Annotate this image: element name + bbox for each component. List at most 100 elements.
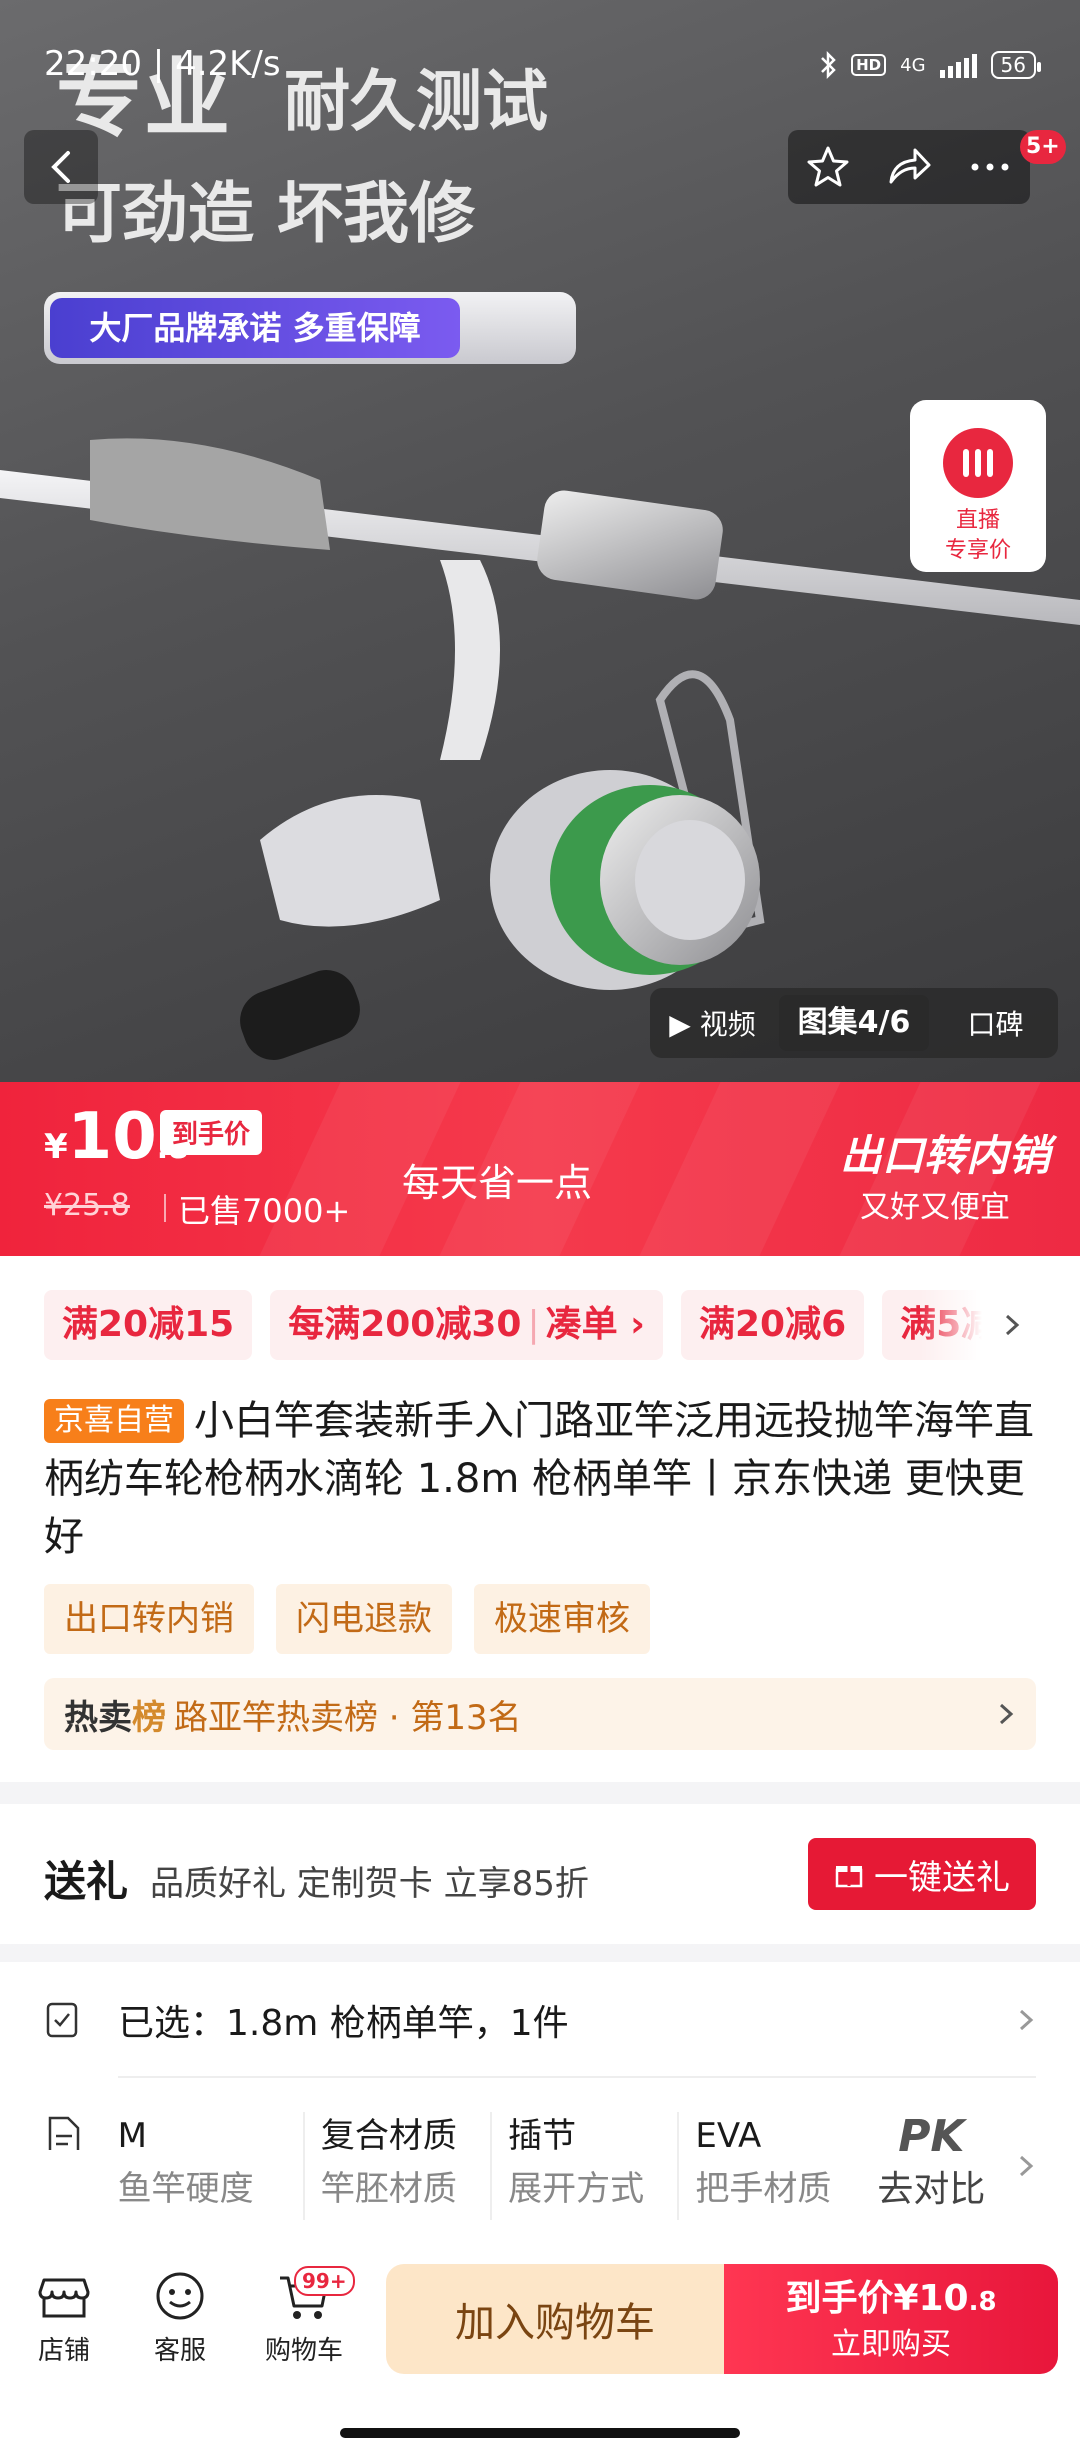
sold-count: 已售7000+ (178, 1192, 351, 1230)
spec-icon (46, 2002, 78, 2038)
status-time: 22:20 | 4.2K/s (44, 44, 281, 84)
tab-gallery[interactable]: 图集4/6 (779, 995, 929, 1051)
compare-pk-label: PK (898, 2111, 965, 2162)
chevron-right-icon (1020, 2155, 1034, 2177)
buy-price-label: 到手价¥10 (785, 2278, 969, 2319)
media-tabs: ▶ 视频 图集4/6 口碑 (650, 988, 1058, 1058)
attribute-value: EVA (695, 2116, 762, 2156)
shop-icon (38, 2278, 90, 2318)
network-label: 4G (900, 54, 926, 76)
status-clock: 22:20 (44, 44, 142, 84)
attribute-row[interactable]: M 鱼竿硬度 复合材质竿胚材质 插节展开方式 EVA 把手材质 PK 去对比 (44, 2106, 1036, 2226)
attribute-item: 插节 展开方式 (492, 2112, 680, 2220)
more-icon[interactable] (967, 144, 1013, 190)
attribute-value: M (117, 2116, 148, 2156)
buy-now-label: 立即购买 (831, 2327, 951, 2362)
original-price: ¥25.8 (44, 1188, 130, 1223)
attribute-item: EVA 把手材质 (679, 2112, 866, 2220)
coupon-item[interactable]: 满20减6 (680, 1290, 865, 1360)
cart-label: 购物车 (264, 2336, 343, 2366)
live-stream-button[interactable]: 直播 专享价 (910, 400, 1046, 572)
price-banner: ¥10.8 到手价 ¥25.8 已售7000+ 每天省一点 出口转内销 又好又便… (0, 1082, 1080, 1256)
selected-spec-text: 已选：1.8m 枪柄单竿，1件 (118, 2003, 569, 2044)
promo-headline-rest: 耐久测试 (284, 63, 548, 140)
signal-icon (939, 52, 977, 78)
chevron-right-icon (1005, 1314, 1020, 1336)
attribute-item: M 鱼竿硬度 (118, 2112, 305, 2220)
product-image-gallery[interactable]: 专业 耐久测试 可劲造 坏我修 大厂品牌承诺 多重保障 22:20 | 4.2K… (0, 0, 1080, 1082)
battery-icon: 56 (990, 51, 1042, 79)
shop-label: 店铺 (37, 2336, 90, 2366)
rank-label: 热卖榜 (64, 1690, 166, 1739)
back-button[interactable] (24, 130, 98, 204)
battery-level: 56 (1000, 53, 1026, 77)
service-tag: 闪电退款 (276, 1584, 452, 1654)
service-tags: 出口转内销 闪电退款 极速审核 (44, 1584, 650, 1654)
home-indicator[interactable] (340, 2428, 740, 2438)
shop-button[interactable]: 店铺 (14, 2268, 114, 2367)
tab-video[interactable]: ▶ 视频 (650, 1003, 775, 1043)
gift-icon (835, 1866, 863, 1888)
service-tag: 极速审核 (474, 1584, 650, 1654)
customer-service-label: 客服 (153, 2336, 206, 2366)
live-label-2: 专享价 (944, 538, 1011, 563)
status-speed: 4.2K/s (175, 44, 281, 84)
rank-label-b: 榜 (132, 1697, 166, 1738)
live-label-1: 直播 (955, 508, 1000, 533)
live-icon (943, 428, 1013, 498)
rank-label-a: 热卖 (64, 1697, 132, 1738)
bluetooth-icon (821, 50, 836, 80)
promo-subheadline: 可劲造 坏我修 (56, 175, 475, 252)
chevron-left-icon (51, 151, 70, 183)
price-integer: 10 (67, 1100, 157, 1174)
attribute-key: 展开方式 (508, 2169, 645, 2209)
attribute-key: 鱼竿硬度 (117, 2169, 254, 2209)
star-icon[interactable] (805, 144, 851, 190)
hd-icon: HD (851, 54, 887, 76)
cart-count-badge: 99+ (294, 2266, 355, 2296)
attribute-key: 把手材质 (695, 2169, 832, 2209)
selected-spec-row[interactable]: 已选：1.8m 枪柄单竿，1件 (44, 1980, 1036, 2060)
store-tag: 京喜自营 (44, 1399, 184, 1443)
promo-pill-text: 大厂品牌承诺 多重保障 (50, 298, 460, 358)
compare-button[interactable]: PK 去对比 (867, 2113, 996, 2219)
attribute-item: 复合材质 竿胚材质 (305, 2112, 493, 2220)
document-icon (48, 2116, 80, 2150)
coupon-more-button[interactable] (982, 1290, 1042, 1360)
attribute-key: 竿胚材质 (320, 2169, 457, 2209)
add-to-cart-button[interactable]: 加入购物车 (386, 2264, 724, 2374)
service-tag: 出口转内销 (44, 1584, 254, 1654)
status-icons: HD 4G 56 (819, 50, 1042, 80)
customer-service-button[interactable]: 客服 (130, 2268, 230, 2367)
attribute-value: 复合材质 (320, 2116, 457, 2156)
chevron-right-icon (999, 1703, 1014, 1725)
product-title: 京喜自营 小白竿套装新手入门路亚竿泛用远投抛竿海竿直柄纺车轮枪柄水滴轮 1.8m … (44, 1392, 1038, 1566)
final-price-tag: 到手价 (160, 1110, 263, 1155)
hot-rank-bar[interactable]: 热卖榜 路亚竿热卖榜 · 第13名 (44, 1678, 1036, 1750)
send-gift-label: 一键送礼 (874, 1857, 1010, 1898)
send-gift-button[interactable]: 一键送礼 (808, 1838, 1036, 1910)
notification-badge: 5+ (1020, 130, 1066, 164)
price-currency: ¥ (44, 1127, 68, 1167)
compare-label: 去对比 (877, 2169, 986, 2210)
coupon-text: 每满200减30 (288, 1304, 522, 1345)
coupon-item[interactable]: 每满200减30 | 凑单 › (270, 1290, 663, 1360)
rank-value: 路亚竿热卖榜 · 第13名 (174, 1697, 522, 1738)
coupon-item[interactable]: 满20减15 (44, 1290, 253, 1360)
gift-description: 品质好礼 定制贺卡 立享85折 (150, 1864, 589, 1904)
top-actions-group (788, 130, 1030, 204)
chevron-right-icon (1019, 2009, 1034, 2031)
banner-slogan: 每天省一点 (402, 1161, 593, 1205)
tab-reviews[interactable]: 口碑 (933, 1003, 1058, 1043)
buy-now-button[interactable]: 到手价¥10.8 立即购买 (724, 2264, 1058, 2374)
buy-price: 到手价¥10.8 (724, 2276, 1058, 2325)
attribute-value: 插节 (508, 2116, 577, 2156)
banner-right-subtitle: 又好又便宜 (860, 1190, 1010, 1225)
coupon-link[interactable]: 凑单 › (546, 1304, 645, 1345)
promo-pill: 大厂品牌承诺 多重保障 (44, 292, 576, 364)
product-title-text: 小白竿套装新手入门路亚竿泛用远投抛竿海竿直柄纺车轮枪柄水滴轮 1.8m 枪柄单竿… (44, 1398, 1034, 1560)
share-icon[interactable] (885, 144, 933, 190)
customer-service-icon (156, 2272, 204, 2320)
coupon-row: 满20减15 每满200减30|凑单 › 满20减6 满5减 (44, 1290, 1016, 1360)
buy-price-decimal: .8 (968, 2287, 997, 2317)
